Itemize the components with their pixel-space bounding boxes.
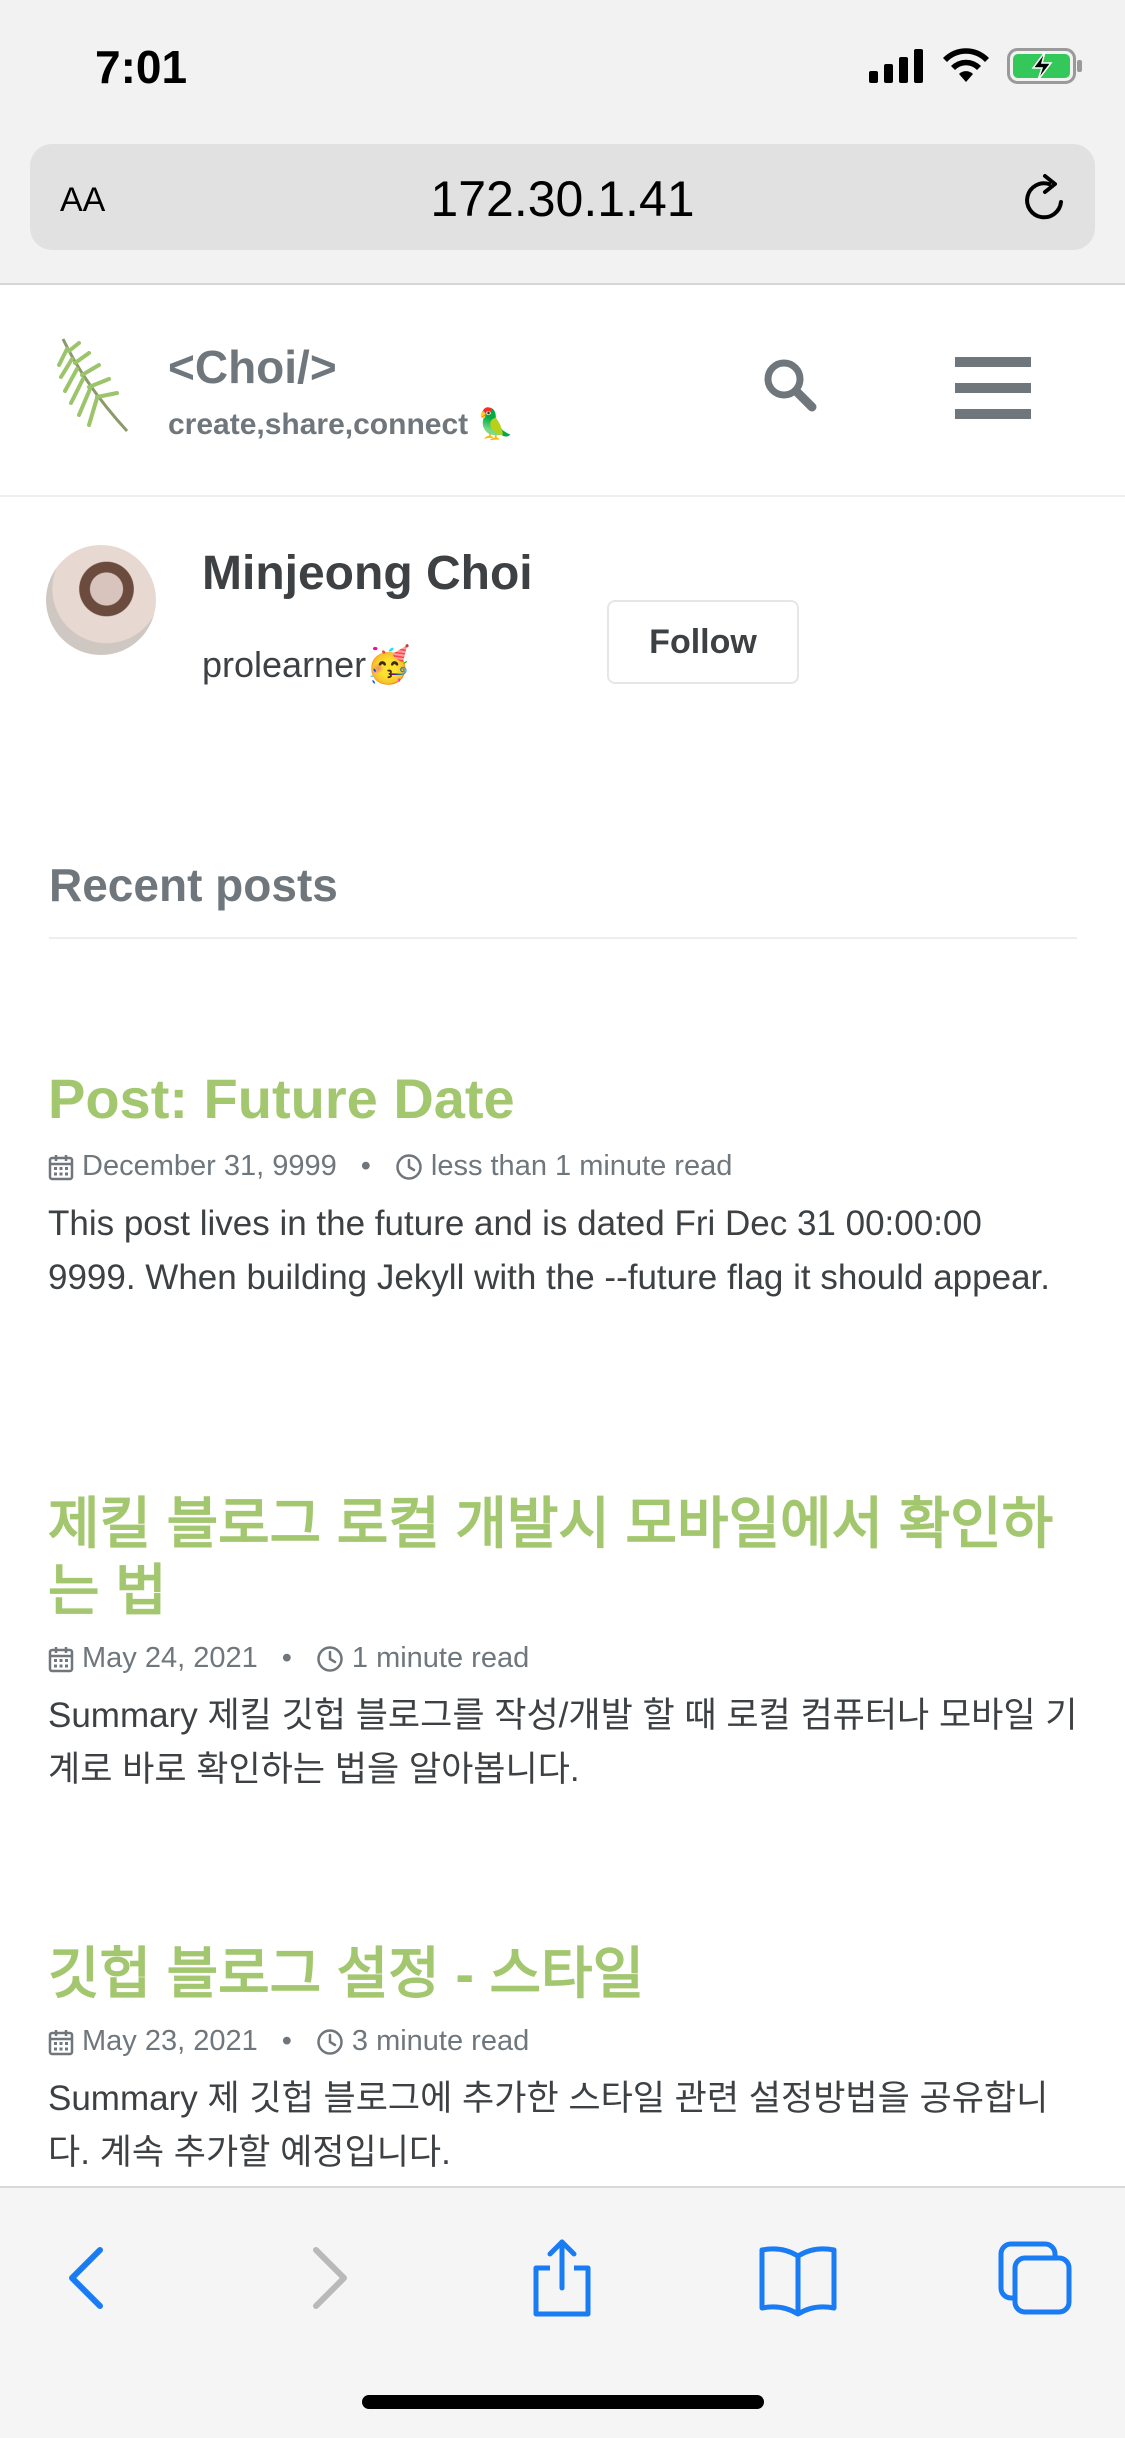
meta-separator: • [281, 1642, 292, 1675]
tabs-icon[interactable] [995, 2238, 1075, 2318]
site-title[interactable]: <Choi/> [168, 340, 337, 394]
calendar-icon [48, 1646, 74, 1673]
post-meta: December 31, 9999 • less than 1 minute r… [48, 1150, 1078, 1183]
calendar-icon [48, 2029, 74, 2055]
battery-charging-icon [1007, 48, 1082, 84]
url-field[interactable]: 172.30.1.41 [30, 170, 1095, 228]
palm-leaf-icon[interactable] [55, 335, 135, 435]
post-meta: May 24, 2021 • 1 minute read [48, 1642, 1078, 1675]
clock-icon [317, 1646, 343, 1672]
post-title-link[interactable]: 깃헙 블로그 설정 - 스타일 [48, 1940, 1078, 2007]
bookmarks-icon[interactable] [758, 2238, 838, 2318]
address-bar[interactable]: AA 172.30.1.41 [30, 144, 1095, 250]
author-name: Minjeong Choi [202, 547, 533, 600]
search-icon[interactable] [760, 355, 820, 415]
site-header: <Choi/> create,share,connect 🦜 [0, 285, 1125, 497]
follow-button[interactable]: Follow [607, 600, 799, 684]
browser-address-area: AA 172.30.1.41 [0, 140, 1125, 285]
post-excerpt: Summary 제 깃헙 블로그에 추가한 스타일 관련 설정방법을 공유합니다… [48, 2079, 1049, 2173]
post-read-time: less than 1 minute read [430, 1150, 733, 1183]
clock-icon [396, 1153, 422, 1180]
post-excerpt: This post lives in the future and is dat… [48, 1204, 1050, 1298]
post-title-link[interactable]: 제킬 블로그 로컬 개발시 모바일에서 확인하는 법 [48, 1490, 1078, 1624]
meta-separator: • [360, 1150, 371, 1183]
back-arrow-icon[interactable] [48, 2238, 128, 2318]
status-time: 7:01 [95, 41, 188, 93]
post-meta: May 23, 2021 • 3 minute read [48, 2025, 1078, 2058]
post-excerpt: Summary 제킬 깃헙 블로그를 작성/개발 할 때 로컬 컴퓨터나 모바일… [48, 1696, 1078, 1790]
calendar-icon [48, 1154, 74, 1180]
post-date: December 31, 9999 [82, 1150, 337, 1183]
cellular-signal-icon [869, 49, 923, 83]
post-date: May 24, 2021 [82, 1642, 258, 1675]
post-title-link[interactable]: Post: Future Date [48, 1065, 1078, 1132]
status-bar: 7:01 [0, 0, 1125, 140]
home-indicator [362, 2395, 764, 2409]
share-icon[interactable] [522, 2238, 602, 2318]
forward-arrow-icon[interactable] [288, 2238, 368, 2318]
post-date: May 23, 2021 [82, 2025, 258, 2058]
site-subtitle: create,share,connect 🦜 [168, 408, 514, 441]
post-read-time: 3 minute read [351, 2025, 530, 2058]
reload-icon[interactable] [1017, 172, 1073, 228]
section-divider [49, 937, 1077, 939]
wifi-icon [943, 48, 989, 82]
author-avatar [46, 545, 156, 655]
recent-posts-heading: Recent posts [49, 859, 338, 911]
author-bio: prolearner🥳 [202, 644, 411, 685]
meta-separator: • [281, 2025, 292, 2058]
post-item: Post: Future Date December 31, 9999 • le… [48, 1065, 1078, 1305]
post-read-time: 1 minute read [351, 1642, 530, 1675]
post-item: 제킬 블로그 로컬 개발시 모바일에서 확인하는 법 May 24, 2021 … [48, 1490, 1078, 1797]
clock-icon [317, 2028, 343, 2055]
post-item: 깃헙 블로그 설정 - 스타일 May 23, 2021 • 3 minute … [48, 1940, 1078, 2180]
hamburger-menu-icon[interactable] [955, 357, 1031, 419]
status-icons [869, 48, 1083, 84]
